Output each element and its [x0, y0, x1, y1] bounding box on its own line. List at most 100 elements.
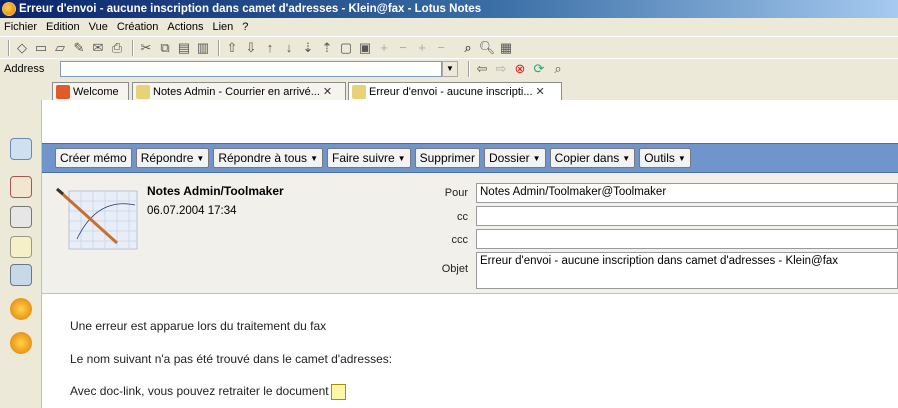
memo-letterhead-graphic — [55, 187, 138, 250]
doclink-icon[interactable] — [330, 384, 346, 400]
replicator-bookmark-icon[interactable] — [10, 298, 32, 320]
menu-edition[interactable]: Edition — [46, 21, 80, 33]
window-title: Erreur d'envoi - aucune inscription dans… — [19, 3, 482, 15]
tools-button[interactable]: Outils ▼ — [639, 148, 691, 168]
menu-creation[interactable]: Création — [117, 21, 159, 33]
back-icon[interactable]: ⇦ — [474, 61, 490, 77]
collapse-icon[interactable]: − — [395, 40, 411, 56]
copy-icon[interactable]: ⧉ — [157, 40, 173, 56]
address-input[interactable] — [60, 60, 442, 77]
expand-all-icon[interactable]: + — [414, 40, 430, 56]
close-icon[interactable]: ✕ — [323, 85, 332, 98]
toolbar-separator — [468, 60, 470, 77]
databases-bookmark-icon[interactable] — [10, 264, 32, 286]
bookmark-bar — [0, 100, 42, 408]
collapse-all-icon[interactable]: − — [433, 40, 449, 56]
favorites-bookmark-icon[interactable] — [10, 332, 32, 354]
menu-help[interactable]: ? — [242, 21, 248, 33]
toolbar-separator — [218, 39, 220, 56]
create-memo-button[interactable]: Créer mémo — [55, 148, 132, 168]
next-unread-icon[interactable]: ⇣ — [300, 40, 316, 56]
button-label: Supprimer — [419, 151, 475, 165]
todo-bookmark-icon[interactable] — [10, 236, 32, 258]
chevron-down-icon: ▼ — [196, 153, 205, 163]
arrow-down-icon[interactable]: ⇩ — [243, 40, 259, 56]
tab-current-memo[interactable]: Erreur d'envoi - aucune inscripti... ✕ — [348, 82, 562, 100]
toolbar-separator — [8, 39, 10, 56]
action-bar: Créer mémo Répondre ▼ Répondre à tous ▼ Fa… — [42, 143, 898, 173]
reply-button[interactable]: Répondre ▼ — [135, 148, 210, 168]
calendar-bookmark-icon[interactable] — [10, 176, 32, 198]
button-label: Outils — [644, 151, 675, 165]
print-icon[interactable]: ⎙ — [109, 40, 125, 56]
diamond-icon[interactable]: ◇ — [14, 40, 30, 56]
forward-icon[interactable]: ⇨ — [493, 61, 509, 77]
menu-fichier[interactable]: Fichier — [4, 21, 37, 33]
binoculars-icon[interactable]: ⌕ — [460, 40, 476, 56]
home-icon — [56, 84, 70, 99]
toolbar-separator — [132, 39, 134, 56]
body-line-name-not-found: Le nom suivant n'a pas été trouvé dans l… — [70, 352, 393, 366]
reply-all-button[interactable]: Répondre à tous ▼ — [213, 148, 323, 168]
tab-welcome[interactable]: Welcome — [52, 82, 129, 100]
address-bar: Address ▼ ⇦ ⇨ ⊗ ⟳ ⌕ — [0, 58, 898, 78]
address-dropdown-button[interactable]: ▼ — [442, 60, 458, 77]
address-label: Address — [4, 62, 45, 75]
body-line-error: Une erreur est apparue lors du traitemen… — [70, 319, 327, 333]
subject-field[interactable]: Erreur d'envoi - aucune inscription dans… — [476, 252, 898, 289]
menu-actions[interactable]: Actions — [167, 21, 203, 33]
prev-unread-icon[interactable]: ⇡ — [319, 40, 335, 56]
mail-bookmark-icon[interactable] — [10, 138, 32, 160]
search-icon[interactable]: 🔍︎ — [479, 40, 496, 56]
arrow-down-small-icon[interactable]: ↓ — [281, 40, 297, 56]
memo-header: Notes Admin/Toolmaker 06.07.2004 17:34 P… — [42, 173, 898, 293]
bcc-field[interactable] — [476, 229, 898, 249]
arrow-up-small-icon[interactable]: ↑ — [262, 40, 278, 56]
button-label: Faire suivre — [331, 151, 395, 165]
menu-bar: Fichier Edition Vue Création Actions Lie… — [0, 18, 898, 36]
contacts-bookmark-icon[interactable] — [10, 206, 32, 228]
button-label: Répondre — [140, 151, 194, 165]
document-icon[interactable]: ▢ — [338, 40, 354, 56]
paste-special-icon[interactable]: ▥ — [195, 40, 211, 56]
button-label: Répondre à tous — [218, 151, 308, 165]
body-line-doclink: Avec doc-link, vous pouvez retraiter le … — [70, 384, 346, 400]
open-folder-icon[interactable]: ▱ — [52, 40, 68, 56]
mail-icon[interactable]: ✉ — [90, 40, 106, 56]
paste-icon[interactable]: ▤ — [176, 40, 192, 56]
button-label: Dossier — [488, 151, 530, 165]
calendar-icon[interactable]: ▦ — [498, 40, 514, 56]
cut-icon[interactable]: ✂ — [138, 40, 154, 56]
copy-into-button[interactable]: Copier dans ▼ — [549, 148, 636, 168]
sent-date: 06.07.2004 17:34 — [147, 205, 237, 217]
chevron-down-icon: ▼ — [397, 153, 406, 163]
save-icon[interactable]: ▭ — [33, 40, 49, 56]
expand-icon[interactable]: + — [376, 40, 392, 56]
menu-vue[interactable]: Vue — [89, 21, 108, 33]
arrow-up-icon[interactable]: ⇧ — [224, 40, 240, 56]
stop-icon[interactable]: ⊗ — [512, 61, 528, 77]
tab-label: Welcome — [73, 85, 119, 98]
chevron-down-icon: ▼ — [622, 153, 631, 163]
memo-body: Une erreur est apparue lors du traitemen… — [42, 293, 898, 408]
refresh-icon[interactable]: ⟳ — [531, 61, 547, 77]
close-icon[interactable]: ✕ — [536, 85, 545, 98]
to-label: Pour — [444, 187, 468, 199]
preview-icon[interactable]: ▣ — [357, 40, 373, 56]
tab-label: Erreur d'envoi - aucune inscripti... — [369, 85, 533, 98]
to-field[interactable]: Notes Admin/Toolmaker@Toolmaker — [476, 183, 898, 203]
button-label: Créer mémo — [60, 151, 127, 165]
folder-button[interactable]: Dossier ▼ — [483, 148, 546, 168]
chevron-down-icon: ▼ — [310, 153, 318, 163]
mail-folder-icon — [136, 84, 150, 99]
search-web-icon[interactable]: ⌕ — [550, 61, 566, 77]
cc-field[interactable] — [476, 206, 898, 226]
menu-lien[interactable]: Lien — [212, 21, 233, 33]
title-bar: Erreur d'envoi - aucune inscription dans… — [0, 0, 898, 18]
chevron-down-icon: ▼ — [446, 64, 454, 73]
edit-icon[interactable]: ✎ — [71, 40, 87, 56]
forward-button[interactable]: Faire suivre ▼ — [326, 148, 411, 168]
chevron-down-icon: ▼ — [677, 153, 686, 163]
tab-inbox[interactable]: Notes Admin - Courrier en arrivé... ✕ — [132, 82, 346, 100]
delete-button[interactable]: Supprimer — [414, 148, 480, 168]
